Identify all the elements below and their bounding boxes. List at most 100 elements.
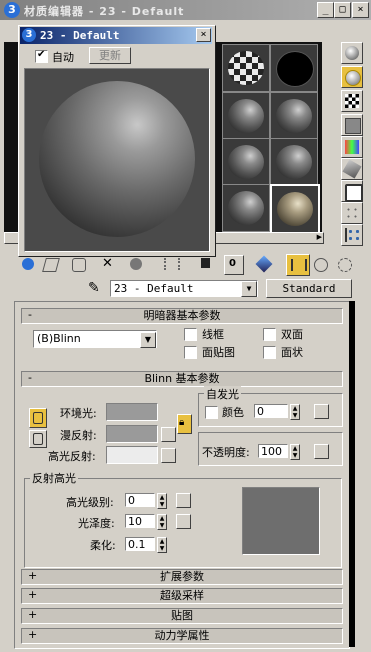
minimize-button[interactable]: _ [317, 2, 334, 18]
extended-parameters-rollout[interactable]: + 扩展参数 [21, 569, 343, 585]
self-illum-color-label: 颜色 [222, 406, 244, 419]
specular-level-map-button[interactable] [176, 493, 191, 508]
scroll-right-arrow-icon[interactable]: ▶ [317, 233, 322, 241]
face-map-label: 面贴图 [202, 346, 235, 359]
lock-ambient-diffuse-button[interactable] [29, 408, 47, 428]
select-by-material-button[interactable] [341, 202, 363, 224]
checker-icon [345, 94, 359, 108]
diffuse-label: 漫反射: [60, 429, 97, 442]
lock-diffuse-specular-button[interactable] [29, 430, 47, 448]
put-to-library-button[interactable] [196, 254, 216, 274]
sample-slot[interactable] [222, 92, 270, 140]
sample-slot-selected[interactable] [270, 184, 320, 234]
video-color-check-button[interactable] [341, 136, 363, 158]
sample-slot-black[interactable] [270, 44, 318, 92]
specular-color-swatch[interactable] [106, 446, 158, 464]
uv-tiling-button[interactable] [341, 114, 363, 136]
glossiness-map-button[interactable] [176, 514, 191, 529]
opacity-value-input[interactable]: 100 [258, 444, 288, 458]
chevron-down-icon[interactable]: ▼ [241, 281, 257, 297]
material-navigator-button[interactable] [341, 224, 363, 246]
lock-maps-button[interactable]: 🔒︎ [177, 414, 192, 434]
options-button[interactable] [341, 180, 363, 202]
opacity-map-button[interactable] [314, 444, 329, 459]
end-result-icon [291, 259, 307, 271]
specular-map-button[interactable] [161, 448, 176, 463]
preview-close-button[interactable]: × [196, 28, 211, 42]
opacity-spinner-arrows-icon[interactable]: ▲ ▼ [290, 444, 300, 460]
show-end-result-button[interactable] [286, 254, 310, 276]
make-preview-button[interactable] [341, 158, 363, 180]
blinn-basic-rollout-header[interactable]: - Blinn 基本参数 [21, 371, 343, 387]
go-forward-sibling-button[interactable] [334, 254, 354, 274]
diffuse-map-button[interactable] [161, 427, 176, 442]
diffuse-color-swatch[interactable] [106, 425, 158, 443]
maps-rollout[interactable]: + 贴图 [21, 608, 343, 624]
update-button[interactable]: 更新 [89, 47, 131, 64]
app-3ds-icon: 3 [4, 2, 20, 18]
soften-input[interactable]: 0.1 [125, 537, 155, 551]
self-illum-color-checkbox[interactable] [205, 406, 218, 419]
specular-level-spinner-arrows-icon[interactable]: ▲ ▼ [157, 493, 167, 509]
sample-type-button[interactable] [341, 42, 363, 64]
chevron-down-icon[interactable]: ▼ [140, 332, 156, 348]
face-map-checkbox[interactable] [184, 346, 197, 359]
extended-parameters-title: 扩展参数 [160, 570, 204, 583]
soften-label: 柔化: [90, 539, 116, 552]
soften-spinner-arrows-icon[interactable]: ▲ ▼ [157, 537, 167, 553]
sample-slot-checker[interactable] [222, 44, 270, 92]
glossiness-input[interactable]: 10 [125, 514, 155, 528]
wire-label: 线框 [202, 328, 224, 341]
show-map-in-viewport-button[interactable] [254, 254, 274, 274]
cube-icon [255, 255, 273, 273]
main-window-title: 材质编辑器 - 23 - Default [24, 5, 185, 18]
auto-checkbox[interactable]: ✔ [35, 49, 48, 63]
main-title-bar: 3 材质编辑器 - 23 - Default _ □ × [0, 0, 371, 20]
navigator-icon [345, 228, 361, 242]
self-illum-spinner-arrows-icon[interactable]: ▲ ▼ [290, 404, 300, 420]
material-id-button[interactable]: 0 [224, 255, 244, 275]
make-copy-button[interactable] [126, 254, 146, 274]
blinn-basic-title: Blinn 基本参数 [144, 372, 220, 385]
preview-title-bar: 3 23 - Default × [20, 27, 212, 44]
faceted-checkbox[interactable] [263, 346, 276, 359]
sample-slot[interactable] [270, 92, 318, 140]
material-type-button[interactable]: Standard [266, 279, 352, 298]
put-to-scene-button[interactable] [40, 254, 60, 274]
sample-slot[interactable] [222, 138, 270, 186]
ambient-color-swatch[interactable] [106, 403, 158, 421]
select-by-material-icon [345, 206, 359, 220]
reset-map-button[interactable]: ✕ [98, 254, 118, 274]
material-name-combo[interactable]: 23 - Default ▼ [110, 280, 258, 297]
wire-checkbox[interactable] [184, 328, 197, 341]
dynamics-properties-rollout[interactable]: + 动力学属性 [21, 628, 343, 644]
close-button[interactable]: × [352, 2, 369, 18]
specular-level-input[interactable]: 0 [125, 493, 155, 507]
preview-sphere [39, 81, 195, 237]
go-to-parent-button[interactable] [310, 254, 330, 274]
two-sided-checkbox[interactable] [263, 328, 276, 341]
sibling-icon [338, 258, 352, 272]
panel-scrollbar[interactable] [349, 301, 355, 647]
sample-slot[interactable] [222, 184, 270, 232]
pick-material-eyedropper-icon[interactable]: ✎ [88, 280, 100, 296]
self-illum-map-button[interactable] [314, 404, 329, 419]
maximize-button[interactable]: □ [334, 2, 351, 18]
x-icon: ✕ [102, 256, 113, 271]
background-button[interactable] [341, 90, 363, 112]
backlight-button[interactable] [341, 66, 363, 88]
glossiness-spinner-arrows-icon[interactable]: ▲ ▼ [157, 514, 167, 530]
shader-type-select[interactable]: (B)Blinn ▼ [33, 330, 157, 348]
auto-label: 自动 [52, 51, 74, 64]
shader-type-value: (B)Blinn [37, 332, 81, 345]
self-illum-value-input[interactable]: 0 [254, 404, 288, 418]
get-material-button[interactable] [18, 254, 38, 274]
self-illumination-title: 自发光 [204, 386, 241, 402]
shader-basic-rollout-header[interactable]: - 明暗器基本参数 [21, 308, 343, 324]
make-unique-button[interactable] [160, 254, 180, 274]
supersampling-rollout[interactable]: + 超级采样 [21, 588, 343, 604]
specular-highlights-title: 反射高光 [30, 470, 78, 486]
sample-slot[interactable] [270, 138, 318, 186]
assign-material-button[interactable] [68, 254, 88, 274]
get-material-icon [22, 258, 34, 270]
